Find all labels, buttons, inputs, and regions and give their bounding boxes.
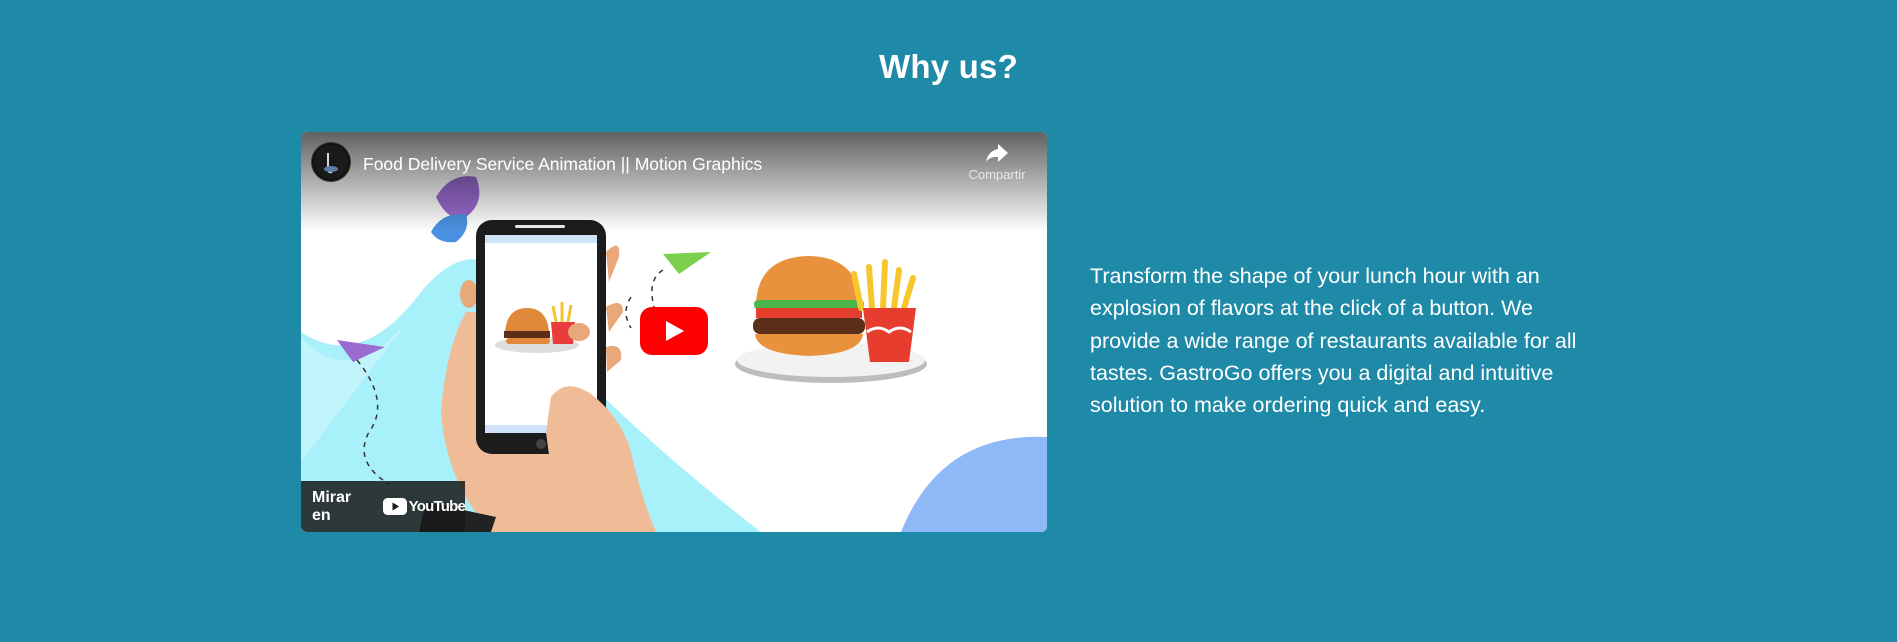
share-label: Compartir	[968, 167, 1026, 182]
video-title[interactable]: Food Delivery Service Animation || Motio…	[363, 154, 762, 175]
share-button[interactable]: Compartir	[957, 142, 1037, 182]
watch-on-label: Mirar en	[312, 488, 352, 524]
section-description: Transform the shape of your lunch hour w…	[1090, 264, 1577, 418]
section-title: Why us?	[879, 48, 1018, 85]
youtube-logo-text: YouTube	[408, 498, 466, 515]
share-icon	[986, 144, 1008, 162]
play-button[interactable]	[640, 307, 708, 355]
youtube-play-icon	[382, 498, 407, 515]
play-icon	[666, 321, 684, 341]
video-embed[interactable]: Food Delivery Service Animation || Motio…	[301, 132, 1047, 532]
video-title-bar	[301, 132, 1047, 232]
channel-avatar[interactable]	[312, 143, 350, 181]
watch-on-youtube-button[interactable]: Mirar en YouTube	[301, 481, 466, 532]
channel-logo-icon	[314, 145, 348, 179]
youtube-logo: YouTube	[382, 498, 466, 515]
